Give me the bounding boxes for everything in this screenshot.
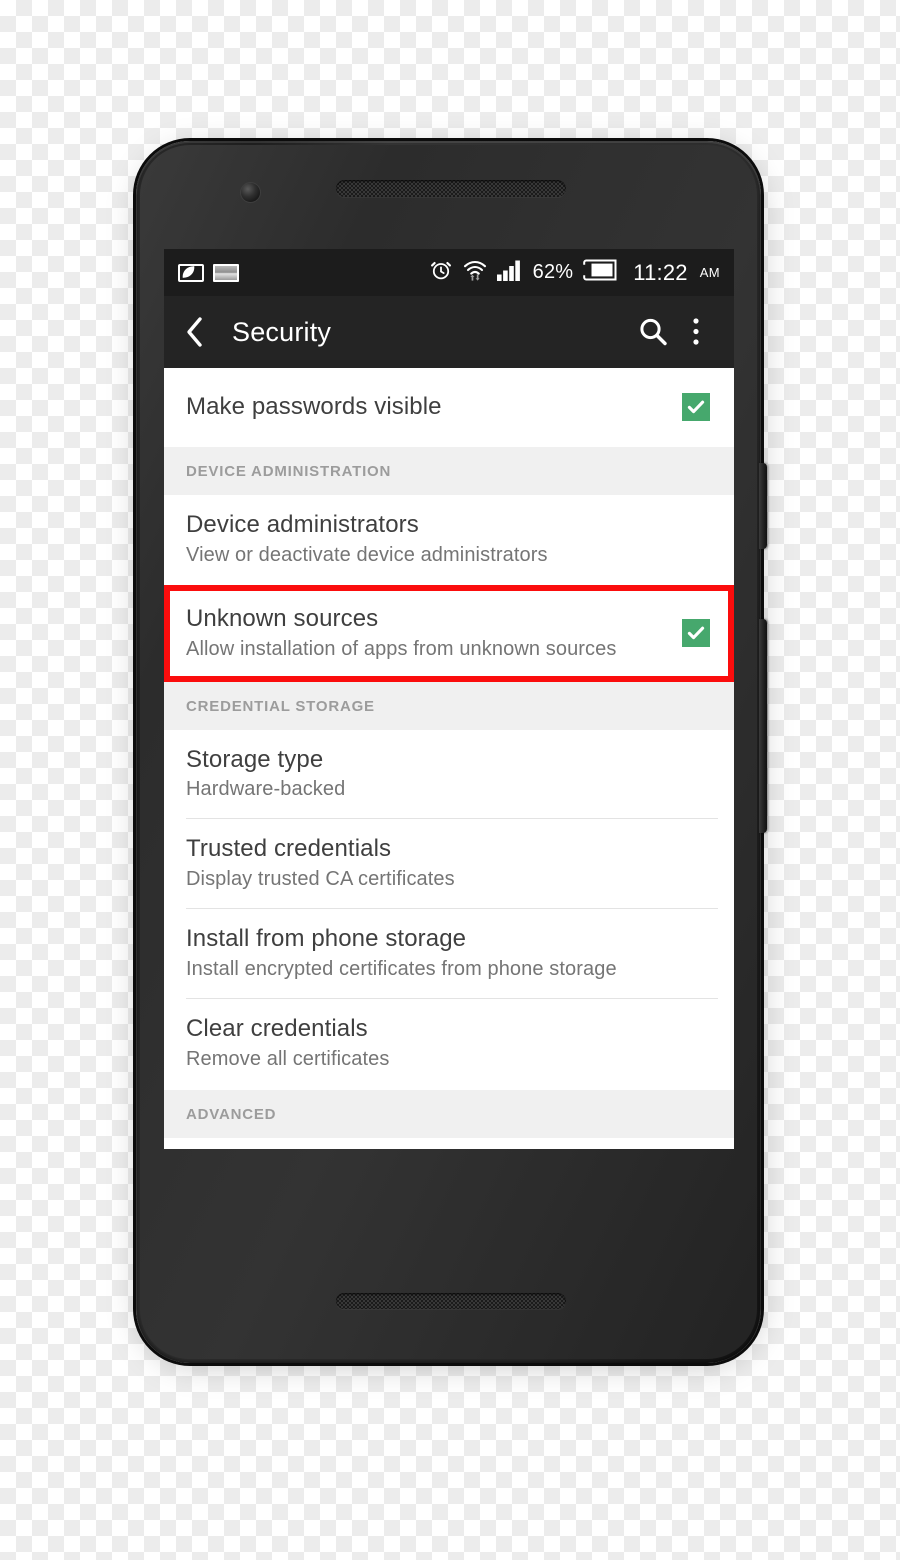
status-bar: 62% 11:22 AM: [164, 249, 734, 296]
battery-percent-label: 62%: [532, 261, 574, 283]
row-subtitle: Remove all certificates: [186, 1047, 390, 1070]
cellular-signal-icon: [496, 259, 524, 286]
settings-list: Make passwords visible DEVICE ADMINISTRA…: [164, 368, 734, 1149]
row-text: Make passwords visible: [186, 393, 682, 421]
row-text: Clear credentials Remove all certificate…: [186, 1015, 712, 1072]
clock-time-label: 11:22: [633, 259, 688, 285]
battery-icon: [582, 259, 618, 286]
front-camera: [241, 183, 260, 202]
search-icon[interactable]: [630, 309, 676, 355]
checkbox-unknown-sources[interactable]: [682, 619, 710, 648]
clock-ampm-label: AM: [699, 265, 720, 280]
alarm-clock-icon: [429, 258, 453, 287]
row-title: Storage type: [186, 745, 324, 773]
checkbox-make-passwords-visible[interactable]: [682, 393, 710, 421]
list-item-install-from-phone-storage[interactable]: Install from phone storage Install encry…: [164, 909, 734, 1000]
section-header-credential-storage: CREDENTIAL STORAGE: [164, 681, 734, 730]
screenshot-image-icon: [213, 263, 239, 282]
page-title: Security: [232, 316, 332, 347]
row-title: Install from phone storage: [186, 925, 467, 953]
back-chevron-icon[interactable]: [182, 315, 208, 349]
power-button[interactable]: [759, 463, 767, 549]
row-text: Install from phone storage Install encry…: [186, 925, 712, 982]
row-title: Clear credentials: [186, 1015, 368, 1043]
row-title: Unknown sources: [186, 604, 379, 632]
section-header-advanced: ADVANCED: [164, 1089, 734, 1138]
page-canvas: 62% 11:22 AM Security Make passwords vis…: [0, 0, 900, 1560]
row-subtitle: View or deactivate device administrators: [186, 543, 548, 566]
phone-device-frame: 62% 11:22 AM Security Make passwords vis…: [136, 141, 767, 1363]
action-bar: Security: [164, 296, 734, 368]
phone-screen: 62% 11:22 AM Security Make passwords vis…: [164, 249, 734, 1149]
row-text: Trusted credentials Display trusted CA c…: [186, 835, 712, 892]
list-item-trusted-credentials[interactable]: Trusted credentials Display trusted CA c…: [164, 819, 734, 910]
earpiece-speaker-grille: [336, 180, 566, 197]
list-bottom-spacer: [164, 1137, 734, 1149]
overflow-menu-icon[interactable]: [676, 309, 716, 355]
power-saver-battery-icon: [178, 263, 204, 282]
status-bar-notifications: [178, 263, 239, 282]
row-subtitle: Allow installation of apps from unknown …: [186, 637, 617, 660]
highlight-box-unknown-sources: Unknown sources Allow installation of ap…: [164, 584, 734, 682]
row-title: Device administrators: [186, 511, 419, 538]
row-title: Trusted credentials: [186, 835, 392, 863]
row-text: Device administrators View or deactivate…: [186, 511, 712, 568]
volume-rocker-button[interactable]: [759, 619, 767, 833]
row-text: Unknown sources Allow installation of ap…: [186, 605, 682, 662]
row-text: Storage type Hardware-backed: [186, 746, 712, 803]
list-item-device-administrators[interactable]: Device administrators View or deactivate…: [164, 495, 734, 585]
row-subtitle: Install encrypted certificates from phon…: [186, 958, 617, 981]
row-title: Make passwords visible: [186, 393, 442, 421]
list-item-unknown-sources[interactable]: Unknown sources Allow installation of ap…: [170, 590, 728, 676]
row-subtitle: Hardware-backed: [186, 778, 346, 801]
row-subtitle: Display trusted CA certificates: [186, 868, 455, 891]
list-item-clear-credentials[interactable]: Clear credentials Remove all certificate…: [164, 999, 734, 1090]
status-bar-system-icons: 62% 11:22 AM: [429, 258, 720, 287]
wifi-data-transfer-icon: [462, 258, 488, 287]
list-item-storage-type[interactable]: Storage type Hardware-backed: [164, 729, 734, 820]
list-item-make-passwords-visible[interactable]: Make passwords visible: [164, 368, 734, 447]
bottom-speaker-grille: [336, 1293, 566, 1309]
section-header-device-administration: DEVICE ADMINISTRATION: [164, 447, 734, 495]
